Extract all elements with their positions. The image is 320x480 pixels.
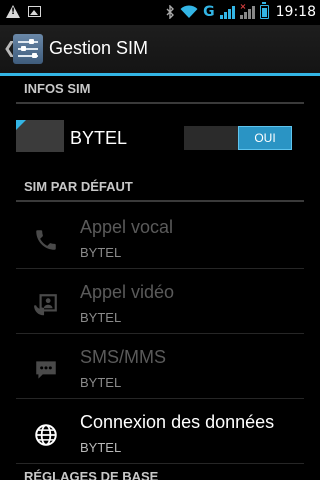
list-item-title: Connexion des données: [80, 412, 275, 432]
network-type: G: [203, 4, 215, 20]
list-item-title: Appel vidéo: [80, 282, 175, 302]
list-item-subtitle: BYTEL: [80, 245, 122, 260]
sim-toggle[interactable]: OUI: [184, 126, 292, 150]
list-item-data-connection[interactable]: Connexion des données BYTEL: [16, 400, 304, 464]
page-title: Gestion SIM: [49, 38, 149, 58]
battery-icon: [259, 2, 269, 19]
wifi-icon: [180, 5, 198, 18]
sim-name: BYTEL: [70, 128, 128, 148]
video-call-icon: [34, 294, 57, 316]
clock: 19:18: [275, 4, 316, 20]
no-signal-icon: ×: [239, 2, 255, 19]
list-item-title: Appel vocal: [80, 217, 174, 237]
section-header-default-sim: SIM PAR DÉFAUT: [16, 174, 304, 202]
list-item-subtitle: BYTEL: [80, 375, 122, 390]
sim-settings-icon[interactable]: [13, 34, 43, 64]
sim-toggle-label: OUI: [238, 126, 292, 150]
section-header-sim-info: INFOS SIM: [16, 76, 304, 104]
list-item-title: SMS/MMS: [80, 347, 167, 367]
list-item-voice-call[interactable]: Appel vocal BYTEL: [16, 205, 304, 269]
sim-row[interactable]: BYTEL OUI: [16, 112, 304, 168]
list-item-video-call[interactable]: Appel vidéo BYTEL: [16, 270, 304, 334]
phone-icon: [36, 230, 56, 250]
list-item-sms-mms[interactable]: SMS/MMS BYTEL: [16, 335, 304, 399]
list-item-subtitle: BYTEL: [80, 440, 122, 455]
status-bar: ! G × 19:18: [0, 0, 320, 25]
screen: ! G × 19:18 ❮ Gestion SIM INFOS SIM BYTE…: [0, 0, 320, 480]
message-icon: [36, 361, 56, 379]
image-icon: [28, 6, 41, 17]
globe-icon: [35, 424, 57, 446]
section-header-basic-settings: RÉGLAGES DE BASE: [24, 469, 159, 480]
sim-card-icon: [16, 120, 64, 152]
bluetooth-icon: [166, 5, 175, 19]
list-item-subtitle: BYTEL: [80, 310, 122, 325]
warning-icon: !: [6, 5, 20, 18]
action-bar: ❮ Gestion SIM: [0, 25, 320, 76]
signal-icon: [219, 5, 235, 19]
